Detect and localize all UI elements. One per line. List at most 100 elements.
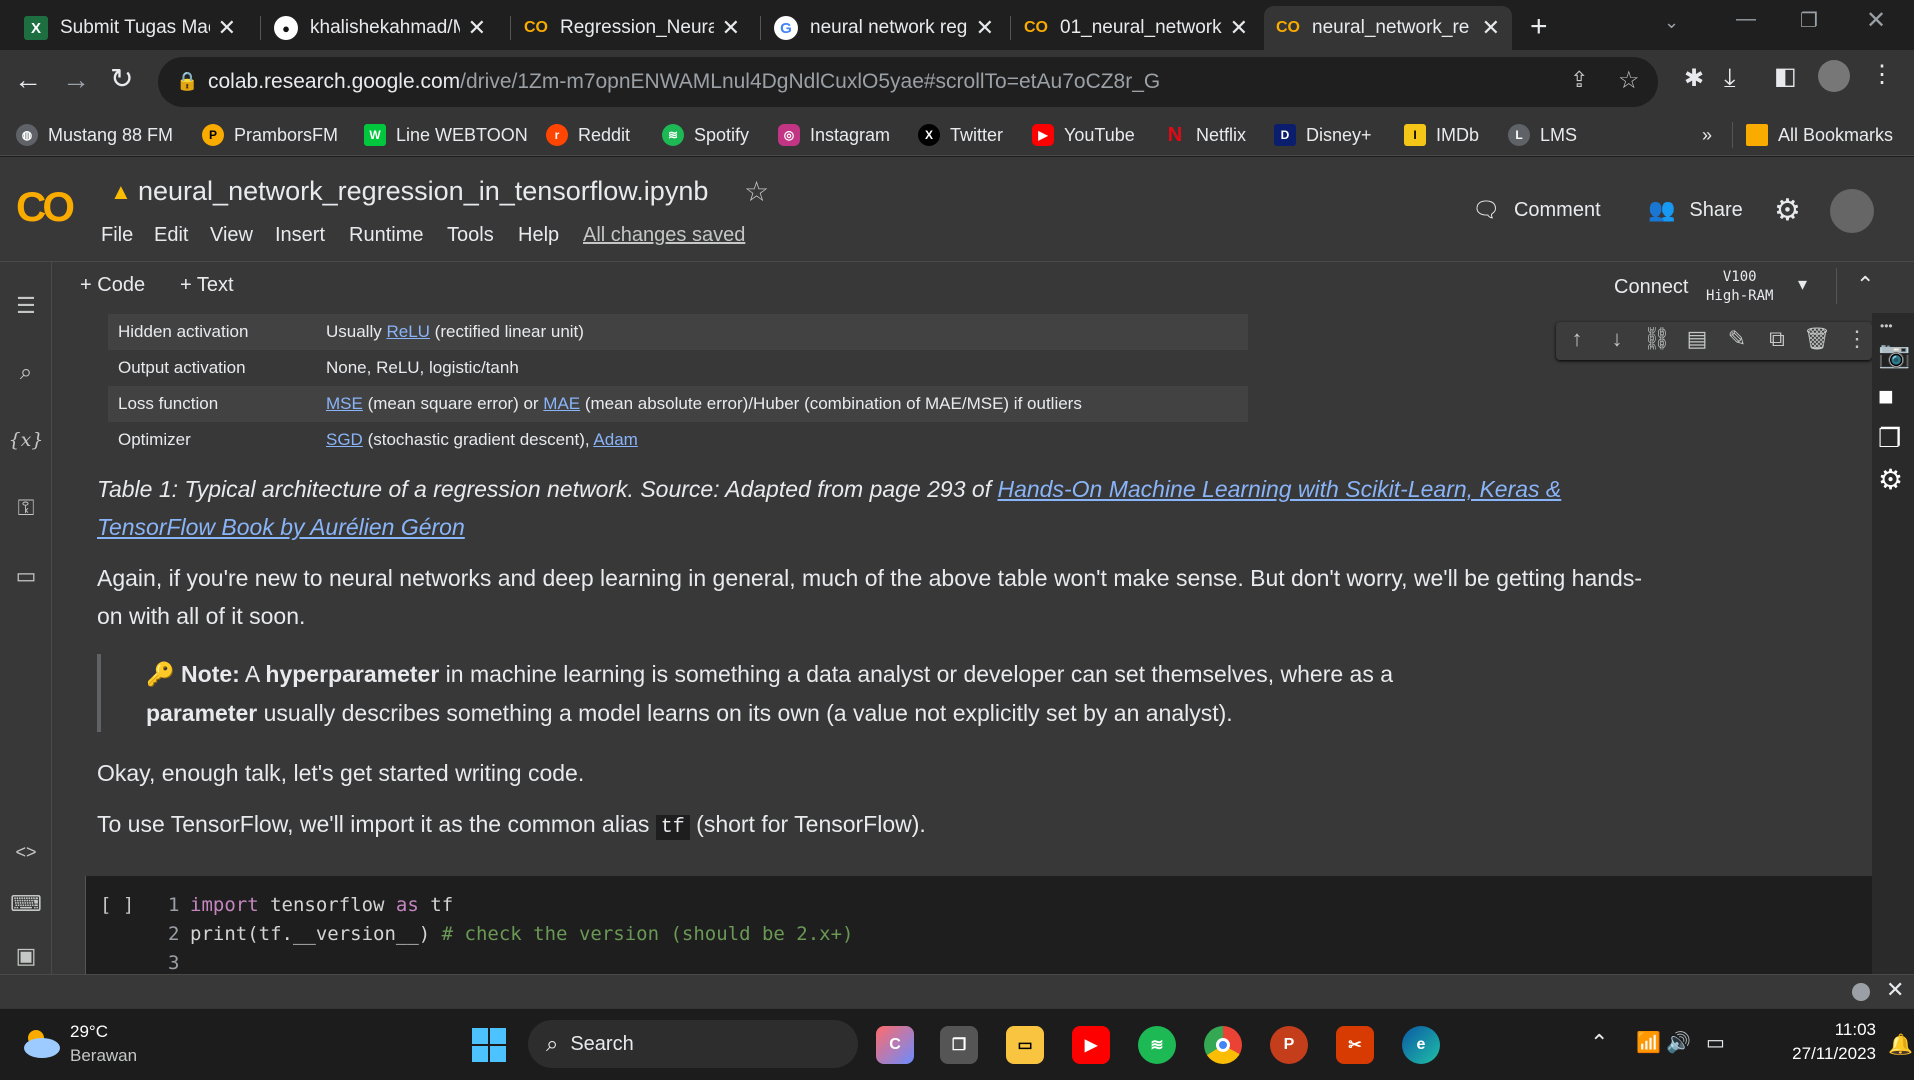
weather-cloud-icon[interactable] xyxy=(20,1024,62,1060)
bookmark-item[interactable]: r Reddit xyxy=(546,114,630,156)
book-link[interactable]: TensorFlow Book by Aurélien Géron xyxy=(97,514,465,540)
user-avatar[interactable] xyxy=(1830,189,1874,233)
collapse-header-icon[interactable]: ⌃ xyxy=(1856,272,1874,298)
comment-cell-icon[interactable]: ▤ xyxy=(1680,322,1714,356)
profile-avatar[interactable] xyxy=(1818,60,1850,92)
chrome-menu-icon[interactable]: ⋮ xyxy=(1870,60,1894,89)
close-tab-icon[interactable]: ✕ xyxy=(1482,15,1500,41)
search-icon[interactable]: ⌕ xyxy=(10,356,42,388)
window-icon[interactable]: ❐ xyxy=(1878,423,1901,454)
move-up-icon[interactable]: ↑ xyxy=(1560,322,1594,356)
reload-icon[interactable]: ↻ xyxy=(110,62,133,95)
key-secrets-icon[interactable]: ⚿ xyxy=(10,492,42,524)
bookmark-item[interactable]: W Line WEBTOON xyxy=(364,114,528,156)
code-cell[interactable]: [ ] 1 2 3 import tensorflow as tf print(… xyxy=(85,876,1891,974)
taskbar-search[interactable]: ⌕ Search xyxy=(528,1020,858,1068)
bookmark-item[interactable]: ◍ Mustang 88 FM xyxy=(16,114,173,156)
bookmarks-overflow[interactable]: » xyxy=(1702,114,1712,156)
volume-icon[interactable]: 🔊 xyxy=(1666,1030,1691,1055)
close-status-icon[interactable]: ✕ xyxy=(1886,977,1904,1003)
forward-icon[interactable]: → xyxy=(62,64,90,96)
menu-tools[interactable]: Tools xyxy=(447,224,494,247)
all-bookmarks[interactable]: All Bookmarks xyxy=(1746,114,1893,156)
browser-tab-active[interactable]: CO neural_network_re ✕ xyxy=(1264,6,1512,50)
sgd-link[interactable]: SGD xyxy=(326,430,363,449)
code-snippets-icon[interactable]: <> xyxy=(10,836,42,868)
restore-icon[interactable]: ❐ xyxy=(1800,8,1818,33)
close-tab-icon[interactable]: ✕ xyxy=(468,15,486,41)
menu-view[interactable]: View xyxy=(210,224,253,247)
chrome-icon[interactable] xyxy=(1204,1026,1242,1064)
bookmark-star-icon[interactable]: ☆ xyxy=(1618,66,1640,95)
colab-logo[interactable]: CO xyxy=(16,183,75,231)
delete-trash-icon[interactable]: 🗑 xyxy=(1800,322,1834,356)
address-bar[interactable]: 🔒 colab.research.google.com/drive/1Zm-m7… xyxy=(158,57,1658,107)
mae-link[interactable]: MAE xyxy=(543,394,580,413)
settings-gear-icon[interactable]: ⚙ xyxy=(1774,193,1801,228)
spotify-icon[interactable]: ≋ xyxy=(1138,1026,1176,1064)
move-down-icon[interactable]: ↓ xyxy=(1600,322,1634,356)
menu-edit[interactable]: Edit xyxy=(154,224,188,247)
connect-button[interactable]: Connect xyxy=(1614,276,1689,299)
variables-icon[interactable]: {x} xyxy=(9,424,44,456)
bookmark-item[interactable]: D Disney+ xyxy=(1274,114,1372,156)
menu-runtime[interactable]: Runtime xyxy=(349,224,423,247)
mse-link[interactable]: MSE xyxy=(326,394,363,413)
file-explorer-icon[interactable]: ▭ xyxy=(1006,1026,1044,1064)
new-tab-icon[interactable]: + xyxy=(1530,10,1548,44)
back-icon[interactable]: ← xyxy=(14,64,42,96)
files-folder-icon[interactable]: ▭ xyxy=(10,560,42,592)
browser-tab[interactable]: X Submit Tugas Mac ✕ xyxy=(12,6,248,50)
comment-button[interactable]: 🗨 Comment xyxy=(1472,197,1601,223)
link-icon[interactable]: ⛓ xyxy=(1640,322,1674,356)
panel-settings-icon[interactable]: ⚙ xyxy=(1878,463,1903,496)
runtime-dropdown-icon[interactable]: ▾ xyxy=(1798,274,1807,295)
copilot-icon[interactable]: C xyxy=(876,1026,914,1064)
clock-date[interactable]: 27/11/2023 xyxy=(1756,1044,1876,1064)
bookmark-item[interactable]: ▶ YouTube xyxy=(1032,114,1135,156)
cell-more-icon[interactable]: ⋮ xyxy=(1840,322,1874,356)
menu-file[interactable]: File xyxy=(101,224,133,247)
bookmark-item[interactable]: X Twitter xyxy=(918,114,1003,156)
share-page-icon[interactable]: ⇪ xyxy=(1570,67,1588,93)
close-tab-icon[interactable]: ✕ xyxy=(976,15,994,41)
close-tab-icon[interactable]: ✕ xyxy=(722,15,740,41)
youtube-icon[interactable]: ▶ xyxy=(1072,1026,1110,1064)
add-code-button[interactable]: + Code xyxy=(80,274,145,297)
notebook-filename[interactable]: neural_network_regression_in_tensorflow.… xyxy=(138,176,708,207)
bookmark-item[interactable]: ◎ Instagram xyxy=(778,114,890,156)
side-panel-icon[interactable]: ◧ xyxy=(1774,62,1797,91)
book-link[interactable]: Hands-On Machine Learning with Scikit-Le… xyxy=(997,476,1561,502)
panel-more-icon[interactable]: ••• xyxy=(1880,319,1893,333)
wifi-icon[interactable]: 📶 xyxy=(1636,1030,1661,1055)
bookmark-item[interactable]: L LMS xyxy=(1508,114,1577,156)
clock-time[interactable]: 11:03 xyxy=(1756,1020,1876,1040)
code-line[interactable]: import tensorflow as tf xyxy=(190,894,453,916)
browser-tab[interactable]: G neural network reg ✕ xyxy=(762,6,1006,50)
edge-icon[interactable]: e xyxy=(1402,1026,1440,1064)
powerpoint-icon[interactable]: P xyxy=(1270,1026,1308,1064)
download-icon[interactable]: ⤓ xyxy=(1724,62,1736,94)
bookmark-item[interactable]: ≋ Spotify xyxy=(662,114,749,156)
video-icon[interactable]: ■ xyxy=(1878,381,1894,412)
command-palette-icon[interactable]: ⌨ xyxy=(10,888,42,920)
share-button[interactable]: 👥 Share xyxy=(1648,197,1743,223)
camera-icon[interactable]: 📷 xyxy=(1878,339,1910,370)
minimize-icon[interactable]: — xyxy=(1736,8,1756,31)
tab-search-icon[interactable]: ⌄ xyxy=(1664,12,1679,33)
star-icon[interactable]: ☆ xyxy=(744,175,769,208)
browser-tab[interactable]: CO Regression_Neural ✕ xyxy=(512,6,752,50)
bookmark-item[interactable]: I IMDb xyxy=(1404,114,1479,156)
close-window-icon[interactable]: ✕ xyxy=(1866,6,1886,35)
notification-bell-icon[interactable]: 🔔 xyxy=(1888,1032,1913,1057)
adam-link[interactable]: Adam xyxy=(593,430,637,449)
snipping-tool-icon[interactable]: ✂ xyxy=(1336,1026,1374,1064)
edit-pencil-icon[interactable]: ✎ xyxy=(1720,322,1754,356)
code-line[interactable]: print(tf.__version__) # check the versio… xyxy=(190,923,853,945)
task-view-icon[interactable]: ❐ xyxy=(940,1026,978,1064)
close-tab-icon[interactable]: ✕ xyxy=(218,15,236,41)
table-of-contents-icon[interactable]: ☰ xyxy=(10,290,42,322)
menu-insert[interactable]: Insert xyxy=(275,224,325,247)
save-status[interactable]: All changes saved xyxy=(583,224,745,247)
browser-tab[interactable]: CO 01_neural_network ✕ xyxy=(1012,6,1260,50)
